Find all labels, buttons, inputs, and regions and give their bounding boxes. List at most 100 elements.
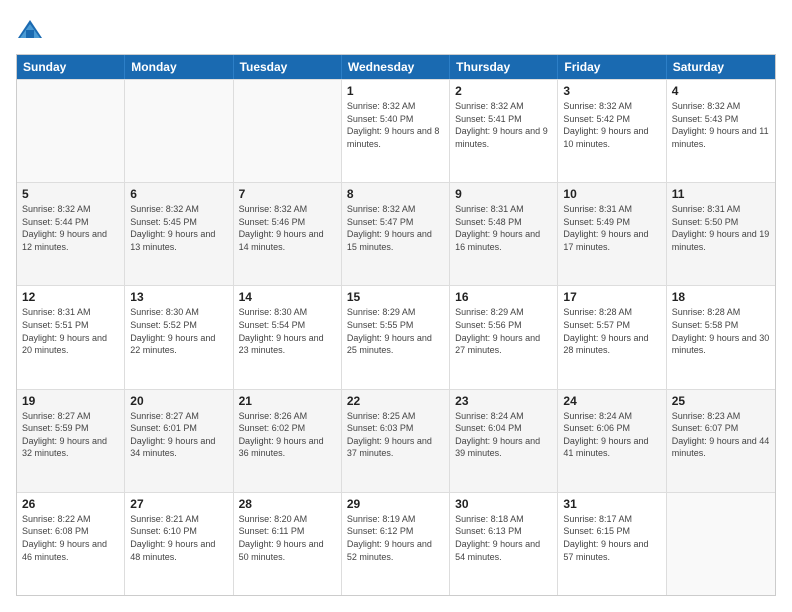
cal-day-20: 20 Sunrise: 8:27 AM Sunset: 6:01 PM Dayli…: [125, 390, 233, 492]
day-number: 14: [239, 290, 336, 304]
day-info: Sunrise: 8:20 AM Sunset: 6:11 PM Dayligh…: [239, 513, 336, 563]
day-info: Sunrise: 8:32 AM Sunset: 5:42 PM Dayligh…: [563, 100, 660, 150]
day-number: 4: [672, 84, 770, 98]
cal-header-tuesday: Tuesday: [234, 55, 342, 79]
cal-week-5: 26 Sunrise: 8:22 AM Sunset: 6:08 PM Dayli…: [17, 492, 775, 595]
day-info: Sunrise: 8:28 AM Sunset: 5:57 PM Dayligh…: [563, 306, 660, 356]
day-info: Sunrise: 8:30 AM Sunset: 5:52 PM Dayligh…: [130, 306, 227, 356]
day-info: Sunrise: 8:25 AM Sunset: 6:03 PM Dayligh…: [347, 410, 444, 460]
cal-header-thursday: Thursday: [450, 55, 558, 79]
day-info: Sunrise: 8:32 AM Sunset: 5:41 PM Dayligh…: [455, 100, 552, 150]
day-info: Sunrise: 8:17 AM Sunset: 6:15 PM Dayligh…: [563, 513, 660, 563]
day-number: 15: [347, 290, 444, 304]
calendar: SundayMondayTuesdayWednesdayThursdayFrid…: [16, 54, 776, 596]
header: [16, 16, 776, 44]
day-number: 22: [347, 394, 444, 408]
cal-day-10: 10Sunrise: 8:31 AM Sunset: 5:49 PM Dayli…: [558, 183, 666, 285]
cal-day-15: 15 Sunrise: 8:29 AM Sunset: 5:55 PM Dayli…: [342, 286, 450, 388]
day-number: 20: [130, 394, 227, 408]
day-info: Sunrise: 8:31 AM Sunset: 5:51 PM Dayligh…: [22, 306, 119, 356]
day-number: 3: [563, 84, 660, 98]
cal-day-4: 4 Sunrise: 8:32 AM Sunset: 5:43 PM Daylig…: [667, 80, 775, 182]
page: SundayMondayTuesdayWednesdayThursdayFrid…: [0, 0, 792, 612]
day-number: 18: [672, 290, 770, 304]
day-number: 29: [347, 497, 444, 511]
cal-day-2: 2 Sunrise: 8:32 AM Sunset: 5:41 PM Daylig…: [450, 80, 558, 182]
cal-day-6: 6 Sunrise: 8:32 AM Sunset: 5:45 PM Daylig…: [125, 183, 233, 285]
cal-day-3: 3 Sunrise: 8:32 AM Sunset: 5:42 PM Daylig…: [558, 80, 666, 182]
day-number: 9: [455, 187, 552, 201]
day-number: 5: [22, 187, 119, 201]
day-info: Sunrise: 8:30 AM Sunset: 5:54 PM Dayligh…: [239, 306, 336, 356]
cal-day-27: 27Sunrise: 8:21 AM Sunset: 6:10 PM Dayli…: [125, 493, 233, 595]
day-info: Sunrise: 8:32 AM Sunset: 5:43 PM Dayligh…: [672, 100, 770, 150]
logo-icon: [16, 16, 44, 44]
cal-day-28: 28Sunrise: 8:20 AM Sunset: 6:11 PM Dayli…: [234, 493, 342, 595]
day-number: 27: [130, 497, 227, 511]
cal-day-17: 17 Sunrise: 8:28 AM Sunset: 5:57 PM Dayli…: [558, 286, 666, 388]
cal-day-31: 31 Sunrise: 8:17 AM Sunset: 6:15 PM Dayli…: [558, 493, 666, 595]
day-info: Sunrise: 8:31 AM Sunset: 5:48 PM Dayligh…: [455, 203, 552, 253]
day-number: 2: [455, 84, 552, 98]
cal-day-12: 12 Sunrise: 8:31 AM Sunset: 5:51 PM Dayli…: [17, 286, 125, 388]
cal-day-30: 30 Sunrise: 8:18 AM Sunset: 6:13 PM Dayli…: [450, 493, 558, 595]
day-info: Sunrise: 8:32 AM Sunset: 5:47 PM Dayligh…: [347, 203, 444, 253]
cal-header-saturday: Saturday: [667, 55, 775, 79]
day-info: Sunrise: 8:19 AM Sunset: 6:12 PM Dayligh…: [347, 513, 444, 563]
day-number: 13: [130, 290, 227, 304]
cal-day-29: 29 Sunrise: 8:19 AM Sunset: 6:12 PM Dayli…: [342, 493, 450, 595]
day-number: 7: [239, 187, 336, 201]
day-number: 30: [455, 497, 552, 511]
cal-week-4: 19Sunrise: 8:27 AM Sunset: 5:59 PM Dayli…: [17, 389, 775, 492]
day-number: 8: [347, 187, 444, 201]
day-info: Sunrise: 8:31 AM Sunset: 5:50 PM Dayligh…: [672, 203, 770, 253]
cal-empty-cell: [234, 80, 342, 182]
day-info: Sunrise: 8:27 AM Sunset: 5:59 PM Dayligh…: [22, 410, 119, 460]
cal-day-1: 1 Sunrise: 8:32 AM Sunset: 5:40 PM Daylig…: [342, 80, 450, 182]
cal-day-25: 25Sunrise: 8:23 AM Sunset: 6:07 PM Dayli…: [667, 390, 775, 492]
cal-day-9: 9 Sunrise: 8:31 AM Sunset: 5:48 PM Daylig…: [450, 183, 558, 285]
day-number: 21: [239, 394, 336, 408]
cal-day-24: 24Sunrise: 8:24 AM Sunset: 6:06 PM Dayli…: [558, 390, 666, 492]
cal-day-8: 8 Sunrise: 8:32 AM Sunset: 5:47 PM Daylig…: [342, 183, 450, 285]
day-info: Sunrise: 8:27 AM Sunset: 6:01 PM Dayligh…: [130, 410, 227, 460]
cal-day-14: 14 Sunrise: 8:30 AM Sunset: 5:54 PM Dayli…: [234, 286, 342, 388]
day-info: Sunrise: 8:32 AM Sunset: 5:45 PM Dayligh…: [130, 203, 227, 253]
day-info: Sunrise: 8:22 AM Sunset: 6:08 PM Dayligh…: [22, 513, 119, 563]
cal-header-monday: Monday: [125, 55, 233, 79]
cal-day-23: 23Sunrise: 8:24 AM Sunset: 6:04 PM Dayli…: [450, 390, 558, 492]
day-number: 10: [563, 187, 660, 201]
calendar-header: SundayMondayTuesdayWednesdayThursdayFrid…: [17, 55, 775, 79]
day-number: 26: [22, 497, 119, 511]
cal-week-2: 5 Sunrise: 8:32 AM Sunset: 5:44 PM Daylig…: [17, 182, 775, 285]
logo: [16, 16, 48, 44]
cal-empty-cell: [17, 80, 125, 182]
cal-day-21: 21 Sunrise: 8:26 AM Sunset: 6:02 PM Dayli…: [234, 390, 342, 492]
cal-day-18: 18Sunrise: 8:28 AM Sunset: 5:58 PM Dayli…: [667, 286, 775, 388]
day-number: 1: [347, 84, 444, 98]
day-info: Sunrise: 8:32 AM Sunset: 5:44 PM Dayligh…: [22, 203, 119, 253]
day-number: 17: [563, 290, 660, 304]
day-info: Sunrise: 8:23 AM Sunset: 6:07 PM Dayligh…: [672, 410, 770, 460]
day-info: Sunrise: 8:26 AM Sunset: 6:02 PM Dayligh…: [239, 410, 336, 460]
cal-header-wednesday: Wednesday: [342, 55, 450, 79]
day-info: Sunrise: 8:29 AM Sunset: 5:56 PM Dayligh…: [455, 306, 552, 356]
cal-day-26: 26 Sunrise: 8:22 AM Sunset: 6:08 PM Dayli…: [17, 493, 125, 595]
cal-header-friday: Friday: [558, 55, 666, 79]
cal-day-19: 19Sunrise: 8:27 AM Sunset: 5:59 PM Dayli…: [17, 390, 125, 492]
day-info: Sunrise: 8:29 AM Sunset: 5:55 PM Dayligh…: [347, 306, 444, 356]
day-info: Sunrise: 8:32 AM Sunset: 5:40 PM Dayligh…: [347, 100, 444, 150]
cal-empty-cell: [125, 80, 233, 182]
day-number: 31: [563, 497, 660, 511]
day-info: Sunrise: 8:24 AM Sunset: 6:06 PM Dayligh…: [563, 410, 660, 460]
day-number: 6: [130, 187, 227, 201]
day-number: 12: [22, 290, 119, 304]
cal-empty-cell: [667, 493, 775, 595]
day-number: 23: [455, 394, 552, 408]
day-number: 11: [672, 187, 770, 201]
day-number: 16: [455, 290, 552, 304]
day-info: Sunrise: 8:18 AM Sunset: 6:13 PM Dayligh…: [455, 513, 552, 563]
cal-day-13: 13 Sunrise: 8:30 AM Sunset: 5:52 PM Dayli…: [125, 286, 233, 388]
cal-day-5: 5 Sunrise: 8:32 AM Sunset: 5:44 PM Daylig…: [17, 183, 125, 285]
cal-week-1: 1 Sunrise: 8:32 AM Sunset: 5:40 PM Daylig…: [17, 79, 775, 182]
